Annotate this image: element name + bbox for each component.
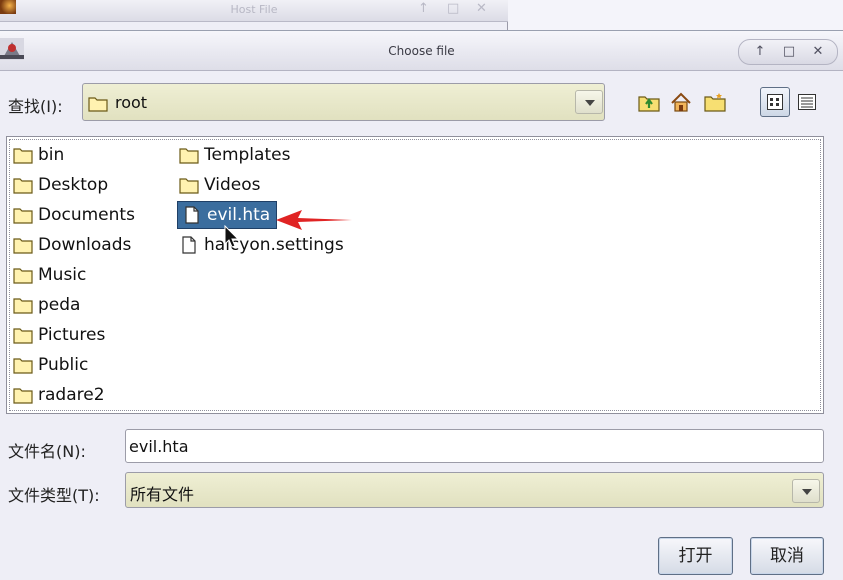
up-icon[interactable]: ↑	[751, 44, 769, 59]
home-icon[interactable]	[670, 91, 692, 113]
folder-icon	[13, 388, 33, 404]
list-item[interactable]: Public	[9, 351, 94, 379]
file-type-value: 所有文件	[130, 485, 195, 504]
screen: Host File ↑ □ ✕ Choose file ↑ □ ✕ 查找(I):	[0, 0, 843, 580]
folder-icon	[13, 208, 33, 224]
list-item[interactable]: Videos	[175, 171, 267, 199]
list-item[interactable]: halcyon.settings	[175, 231, 350, 259]
close-icon[interactable]: ✕	[809, 44, 827, 59]
item-label: Videos	[204, 175, 261, 195]
open-button[interactable]: 打开	[658, 537, 733, 575]
item-label: Templates	[204, 145, 291, 165]
item-label: Public	[38, 355, 89, 375]
folder-icon	[13, 148, 33, 164]
list-item[interactable]: radare2	[9, 381, 111, 409]
folder-icon	[179, 178, 199, 194]
list-item[interactable]: Downloads	[9, 231, 137, 259]
desktop-area	[508, 0, 843, 30]
folder-icon	[13, 328, 33, 344]
list-item[interactable]: Documents	[9, 201, 141, 229]
choose-file-dialog: Choose file ↑ □ ✕ 查找(I): root bin Deskto…	[0, 30, 843, 580]
file-type-label: 文件类型(T):	[8, 486, 100, 505]
item-label: Pictures	[38, 325, 106, 345]
item-label: Documents	[38, 205, 135, 225]
up-folder-icon[interactable]	[638, 91, 660, 113]
close-icon[interactable]: ✕	[476, 1, 487, 16]
folder-icon	[88, 97, 108, 112]
file-name-label: 文件名(N):	[8, 442, 86, 461]
list-item[interactable]: Music	[9, 261, 92, 289]
item-label: evil.hta	[207, 205, 271, 225]
up-icon[interactable]: ↑	[418, 1, 429, 16]
item-label: radare2	[38, 385, 105, 405]
list-item[interactable]: peda	[9, 291, 86, 319]
item-label: Downloads	[38, 235, 132, 255]
folder-icon	[179, 148, 199, 164]
file-list[interactable]: bin Desktop Documents Downloads Music pe…	[6, 136, 824, 414]
cancel-button[interactable]: 取消	[750, 537, 824, 575]
folder-icon	[13, 178, 33, 194]
folder-icon	[13, 358, 33, 374]
list-item[interactable]: Desktop	[9, 171, 114, 199]
background-window-title: Host File	[230, 3, 278, 16]
list-view-button[interactable]	[760, 87, 790, 117]
look-in-combo[interactable]: root	[82, 83, 605, 121]
item-label: Music	[38, 265, 87, 285]
folder-icon	[13, 268, 33, 284]
file-icon	[182, 236, 196, 254]
file-icon	[185, 206, 199, 224]
folder-icon	[13, 298, 33, 314]
chevron-down-icon	[802, 489, 812, 495]
look-in-dropdown-button[interactable]	[575, 90, 603, 114]
annotation-arrow-icon	[276, 210, 352, 230]
list-item[interactable]: Templates	[175, 141, 296, 169]
file-type-dropdown-button[interactable]	[792, 479, 820, 503]
list-view-icon	[767, 94, 783, 110]
maximize-icon[interactable]: □	[447, 1, 459, 16]
background-window: Host File ↑ □ ✕	[0, 0, 508, 30]
chevron-down-icon	[585, 100, 595, 106]
mouse-cursor-icon	[224, 225, 240, 248]
file-name-input[interactable]	[125, 429, 824, 463]
item-label: peda	[38, 295, 81, 315]
list-item[interactable]: bin	[9, 141, 70, 169]
maximize-icon[interactable]: □	[780, 44, 798, 59]
new-folder-icon[interactable]	[704, 91, 726, 113]
background-window-titlebar: Host File ↑ □ ✕	[0, 0, 508, 22]
item-label: Desktop	[38, 175, 109, 195]
item-label: bin	[38, 145, 65, 165]
file-list-focus-frame	[9, 139, 821, 411]
details-view-button[interactable]	[793, 87, 823, 117]
look-in-label: 查找(I):	[8, 97, 63, 116]
file-type-combo[interactable]: 所有文件	[125, 472, 824, 508]
window-controls: ↑ □ ✕	[738, 39, 838, 65]
dialog-titlebar[interactable]: Choose file ↑ □ ✕	[0, 31, 843, 71]
list-item[interactable]: Pictures	[9, 321, 111, 349]
dialog-title: Choose file	[388, 44, 455, 58]
details-view-icon	[798, 94, 816, 110]
folder-icon	[13, 238, 33, 254]
look-in-value: root	[115, 93, 148, 112]
